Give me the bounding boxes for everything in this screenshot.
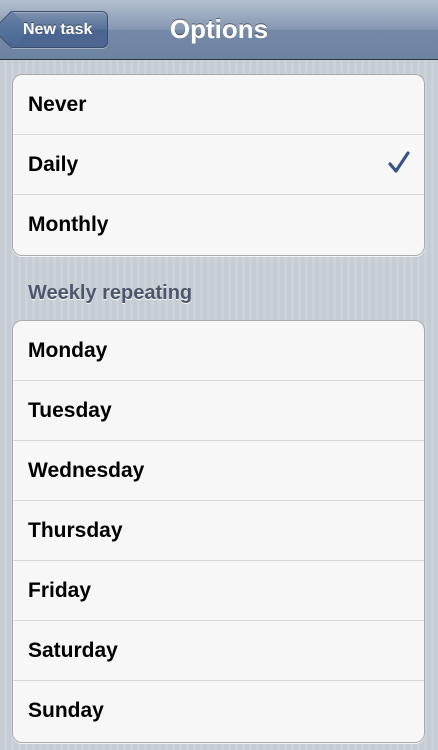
day-label: Tuesday [28, 398, 112, 422]
day-label: Friday [28, 578, 92, 602]
option-label: Monthly [28, 213, 109, 236]
option-label: Daily [28, 152, 79, 176]
back-button-label: New task [23, 20, 93, 38]
day-label: Wednesday [28, 458, 145, 482]
day-row-wednesday[interactable]: Wednesday [13, 441, 424, 501]
day-label: Monday [28, 338, 108, 362]
navigation-bar: New task Options [0, 0, 438, 60]
repeat-options-group: Never Daily Monthly [12, 74, 425, 256]
day-label: Thursday [28, 518, 123, 542]
day-row-monday[interactable]: Monday [13, 321, 424, 381]
option-row-never[interactable]: Never [13, 75, 424, 135]
day-label: Saturday [28, 638, 118, 662]
day-row-saturday[interactable]: Saturday [13, 621, 424, 681]
option-row-monthly[interactable]: Monthly [13, 195, 424, 255]
weekly-days-group: Monday Tuesday Wednesday Thursday Friday… [12, 320, 425, 743]
option-row-daily[interactable]: Daily [13, 135, 424, 195]
day-row-sunday[interactable]: Sunday [13, 681, 424, 741]
day-row-thursday[interactable]: Thursday [13, 501, 424, 561]
day-row-friday[interactable]: Friday [13, 561, 424, 621]
day-row-tuesday[interactable]: Tuesday [13, 381, 424, 441]
checkmark-icon [388, 151, 410, 173]
day-label: Sunday [28, 699, 104, 722]
section-header-weekly: Weekly repeating [28, 282, 193, 304]
option-label: Never [28, 92, 87, 116]
